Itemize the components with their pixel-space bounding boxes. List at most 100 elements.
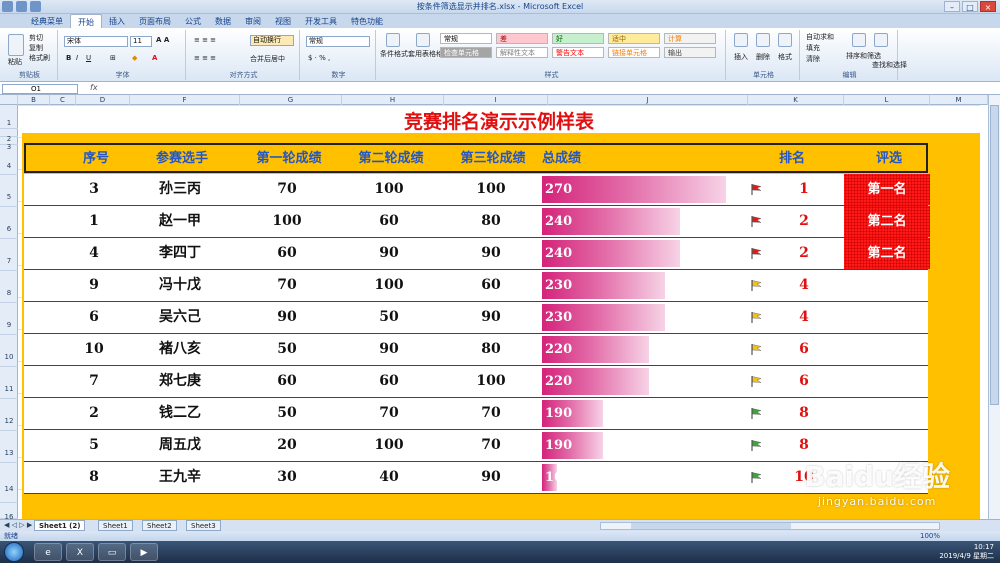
rank-cell[interactable]: 2 — [789, 238, 819, 269]
table-row[interactable]: 9 冯十戊 70 100 60 230 4 — [24, 270, 928, 302]
total-score-cell[interactable]: 240 — [542, 206, 742, 237]
copy-button[interactable]: 复制 — [29, 43, 43, 53]
total-score-cell[interactable]: 270 — [542, 174, 742, 205]
round1-score-cell[interactable]: 60 — [236, 238, 338, 269]
round1-score-cell[interactable]: 60 — [236, 366, 338, 397]
format-button[interactable]: 格式 — [778, 52, 792, 62]
row-header[interactable]: 1 — [0, 105, 18, 129]
round3-score-cell[interactable]: 90 — [440, 462, 542, 493]
start-button[interactable] — [4, 542, 24, 562]
format-painter-button[interactable]: 格式刷 — [29, 53, 50, 63]
name-box[interactable]: O1 — [2, 84, 78, 94]
column-header[interactable]: J — [548, 95, 748, 105]
cell-style-item[interactable]: 链接单元格 — [608, 47, 660, 58]
column-header[interactable]: C — [50, 95, 76, 105]
column-header[interactable]: G — [240, 95, 342, 105]
award-cell[interactable]: 第二名 — [844, 206, 930, 237]
cell-style-item[interactable]: 好 — [552, 33, 604, 44]
percent-icon[interactable]: $ · % , — [308, 54, 330, 62]
table-header-cell[interactable]: 排名 — [760, 145, 824, 173]
delete-cells-icon[interactable] — [756, 33, 770, 47]
insert-button[interactable]: 插入 — [734, 52, 748, 62]
contestant-name-cell[interactable]: 周五戊 — [124, 430, 236, 461]
merge-center-button[interactable]: 合并后居中 — [250, 54, 285, 64]
ie-icon[interactable]: e — [34, 543, 62, 561]
bold-icon[interactable]: B — [66, 54, 71, 62]
conditional-format-button[interactable]: 条件格式 — [380, 49, 408, 59]
row-header[interactable]: 13 — [0, 431, 18, 463]
round3-score-cell[interactable]: 70 — [440, 398, 542, 429]
round1-score-cell[interactable]: 50 — [236, 334, 338, 365]
round2-score-cell[interactable]: 70 — [338, 398, 440, 429]
ribbon-tab[interactable]: 插入 — [102, 14, 132, 28]
contestant-name-cell[interactable]: 李四丁 — [124, 238, 236, 269]
cell-style-item[interactable]: 常规 — [440, 33, 492, 44]
row-header[interactable]: 8 — [0, 271, 18, 303]
minimize-button[interactable]: – — [944, 1, 960, 12]
row-number-cell[interactable]: 3 — [64, 174, 124, 205]
award-cell[interactable]: 第二名 — [844, 238, 930, 269]
find-select-button[interactable]: 查找和选择 — [872, 60, 907, 70]
wrap-text-button[interactable]: 自动换行 — [250, 35, 294, 46]
round2-score-cell[interactable]: 100 — [338, 270, 440, 301]
clear-button[interactable]: 清除 — [806, 54, 820, 64]
table-row[interactable]: 5 周五戊 20 100 70 190 8 — [24, 430, 928, 462]
round3-score-cell[interactable]: 80 — [440, 334, 542, 365]
ribbon-tab[interactable]: 视图 — [268, 14, 298, 28]
italic-icon[interactable]: I — [76, 54, 78, 62]
table-header-cell[interactable]: 第三轮成绩 — [442, 145, 544, 173]
align-top-icon[interactable]: ≡ ≡ ≡ — [194, 36, 216, 44]
row-number-cell[interactable]: 2 — [64, 398, 124, 429]
excel-icon[interactable]: X — [66, 543, 94, 561]
sheet-nav-arrows[interactable]: ◀ ◁ ▷ ▶ — [4, 521, 32, 529]
ribbon-tab[interactable]: 经典菜单 — [24, 14, 70, 28]
round1-score-cell[interactable]: 20 — [236, 430, 338, 461]
round1-score-cell[interactable]: 70 — [236, 270, 338, 301]
horizontal-scroll-thumb[interactable] — [631, 523, 791, 529]
row-header[interactable]: 12 — [0, 399, 18, 431]
row-header[interactable]: 6 — [0, 207, 18, 239]
format-as-table-icon[interactable] — [416, 33, 430, 47]
row-header[interactable]: 16 — [0, 503, 18, 521]
table-row[interactable]: 2 钱二乙 50 70 70 190 8 — [24, 398, 928, 430]
row-header[interactable]: 2 — [0, 129, 18, 143]
column-header[interactable]: H — [342, 95, 444, 105]
rank-cell[interactable]: 4 — [789, 270, 819, 301]
font-size-combo[interactable]: 11 — [130, 36, 152, 47]
table-row[interactable]: 3 孙三丙 70 100 100 270 1 第一名 — [24, 174, 930, 206]
paste-icon[interactable] — [8, 34, 24, 56]
table-header-cell[interactable]: 第二轮成绩 — [340, 145, 442, 173]
contestant-name-cell[interactable]: 郑七庚 — [124, 366, 236, 397]
round1-score-cell[interactable]: 70 — [236, 174, 338, 205]
autosum-button[interactable]: 自动求和 — [806, 32, 834, 42]
contestant-name-cell[interactable]: 冯十戊 — [124, 270, 236, 301]
cell-style-item[interactable]: 适中 — [608, 33, 660, 44]
round3-score-cell[interactable]: 70 — [440, 430, 542, 461]
media-player-icon[interactable]: ▶ — [130, 543, 158, 561]
fx-icon[interactable]: fx — [90, 83, 98, 92]
total-score-cell[interactable]: 230 — [542, 302, 742, 333]
table-header-cell[interactable]: 序号 — [66, 145, 126, 173]
total-score-cell[interactable]: 160 — [542, 462, 742, 493]
table-header-cell[interactable]: 评选 — [846, 145, 932, 173]
cell-style-item[interactable]: 输出 — [664, 47, 716, 58]
round1-score-cell[interactable]: 50 — [236, 398, 338, 429]
horizontal-scrollbar[interactable] — [600, 522, 940, 530]
align-left-icon[interactable]: ≡ ≡ ≡ — [194, 54, 216, 62]
table-row[interactable]: 7 郑七庚 60 60 100 220 6 — [24, 366, 928, 398]
paste-label[interactable]: 粘贴 — [8, 57, 22, 67]
table-row[interactable]: 6 吴六己 90 50 90 230 4 — [24, 302, 928, 334]
contestant-name-cell[interactable]: 吴六己 — [124, 302, 236, 333]
round2-score-cell[interactable]: 100 — [338, 174, 440, 205]
row-number-cell[interactable]: 8 — [64, 462, 124, 493]
table-row[interactable]: 4 李四丁 60 90 90 240 2 第二名 — [24, 238, 930, 270]
border-icon[interactable]: ⊞ — [110, 54, 116, 62]
contestant-name-cell[interactable]: 孙三丙 — [124, 174, 236, 205]
row-header[interactable]: 9 — [0, 303, 18, 335]
cell-style-item[interactable]: 检查单元格 — [440, 47, 492, 58]
total-score-cell[interactable]: 220 — [542, 334, 742, 365]
column-header[interactable]: K — [748, 95, 844, 105]
column-header[interactable]: B — [18, 95, 50, 105]
sheet-tab[interactable]: Sheet3 — [186, 520, 221, 531]
row-number-cell[interactable]: 9 — [64, 270, 124, 301]
